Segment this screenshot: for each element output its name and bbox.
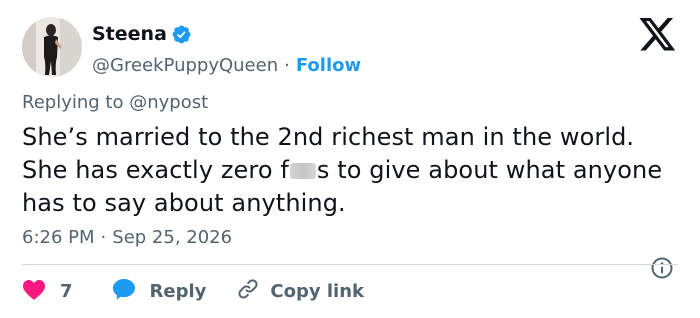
reply-context: Replying to @nypost xyxy=(22,92,208,113)
x-logo-icon[interactable] xyxy=(639,18,677,52)
copy-link-button[interactable]: Copy link xyxy=(236,277,364,306)
reply-mention-link[interactable]: @nypost xyxy=(129,92,208,113)
like-button[interactable]: 7 xyxy=(22,278,73,305)
follow-button[interactable]: Follow xyxy=(296,55,361,76)
display-name[interactable]: Steena xyxy=(92,23,167,45)
tweet-date: Sep 25, 2026 xyxy=(112,227,233,248)
tweet-time: 6:26 PM xyxy=(22,227,95,248)
timestamp-separator: · xyxy=(100,227,107,248)
like-count: 7 xyxy=(60,280,73,302)
user-info: Steena @GreekPuppyQueen · Follow xyxy=(92,20,361,78)
verified-badge-icon xyxy=(171,24,192,45)
handle-separator: · xyxy=(284,54,290,76)
timestamp[interactable]: 6:26 PM · Sep 25, 2026 xyxy=(22,227,232,248)
user-handle[interactable]: @GreekPuppyQueen xyxy=(92,55,278,76)
info-icon[interactable] xyxy=(650,256,674,280)
reply-prefix: Replying to xyxy=(22,92,124,113)
heart-icon xyxy=(22,278,46,305)
reply-button[interactable]: Reply xyxy=(111,277,207,306)
reply-label: Reply xyxy=(149,280,207,302)
avatar-image xyxy=(22,17,82,77)
tweet-card: Steena @GreekPuppyQueen · Follow Replyin… xyxy=(0,0,700,318)
copy-link-label: Copy link xyxy=(270,280,364,302)
link-icon xyxy=(236,277,260,306)
action-bar: 7 Reply Copy link xyxy=(22,276,364,306)
handle-row: @GreekPuppyQueen · Follow xyxy=(92,52,361,78)
divider xyxy=(22,264,678,265)
avatar[interactable] xyxy=(22,17,82,77)
tweet-text: She’s married to the 2nd richest man in … xyxy=(22,121,687,220)
reply-bubble-icon xyxy=(111,277,137,306)
censor-blur xyxy=(289,163,316,179)
name-row: Steena xyxy=(92,20,361,48)
